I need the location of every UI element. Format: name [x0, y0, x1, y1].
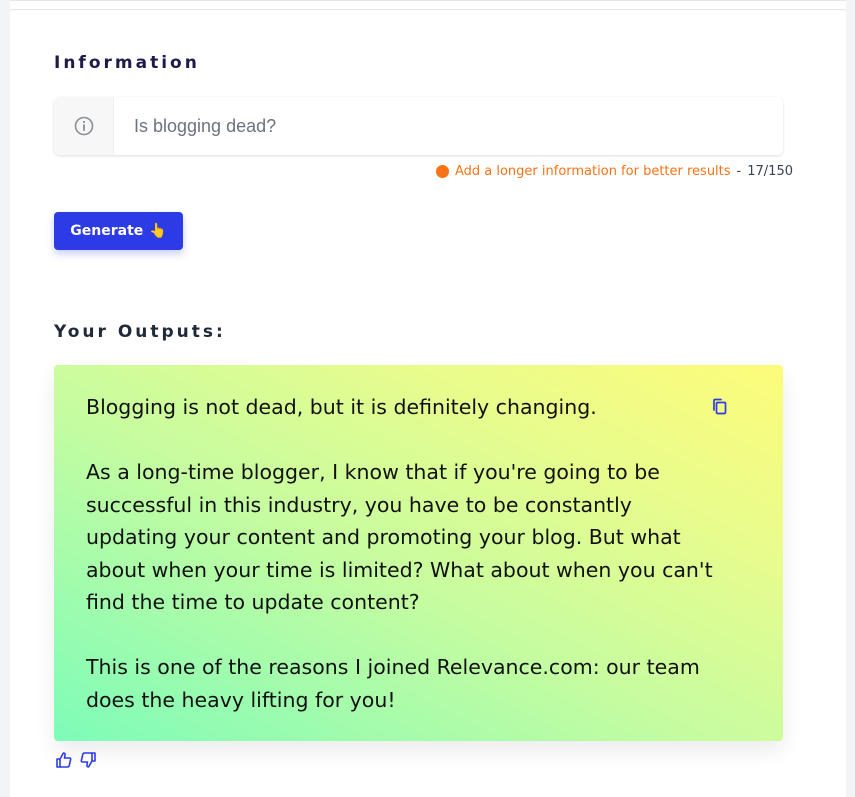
information-input[interactable]	[114, 97, 783, 155]
hint-text: Add a longer information for better resu…	[454, 164, 731, 179]
input-hint: Add a longer information for better resu…	[435, 164, 793, 179]
copy-icon	[713, 398, 727, 415]
output-card: Blogging is not dead, but it is definite…	[54, 365, 783, 741]
feedback-bar	[54, 750, 98, 770]
information-input-wrapper	[54, 97, 783, 155]
copy-button[interactable]	[709, 397, 731, 419]
thumbs-down-icon	[80, 752, 96, 768]
thumbs-up-button[interactable]	[54, 750, 74, 770]
thumbs-down-button[interactable]	[78, 750, 98, 770]
warning-dot-icon	[435, 165, 449, 178]
output-text: Blogging is not dead, but it is definite…	[86, 395, 713, 712]
info-circle-icon	[54, 97, 114, 155]
top-divider	[10, 9, 846, 10]
char-count: 17/150	[747, 164, 793, 179]
information-label: Information	[54, 53, 200, 73]
outputs-label: Your Outputs:	[54, 322, 226, 342]
generate-button[interactable]: Generate 👆	[54, 212, 183, 250]
generate-button-label: Generate	[70, 223, 144, 239]
hint-separator: -	[736, 164, 742, 179]
thumbs-up-icon	[56, 752, 72, 768]
pointing-hand-icon: 👆	[149, 223, 167, 239]
